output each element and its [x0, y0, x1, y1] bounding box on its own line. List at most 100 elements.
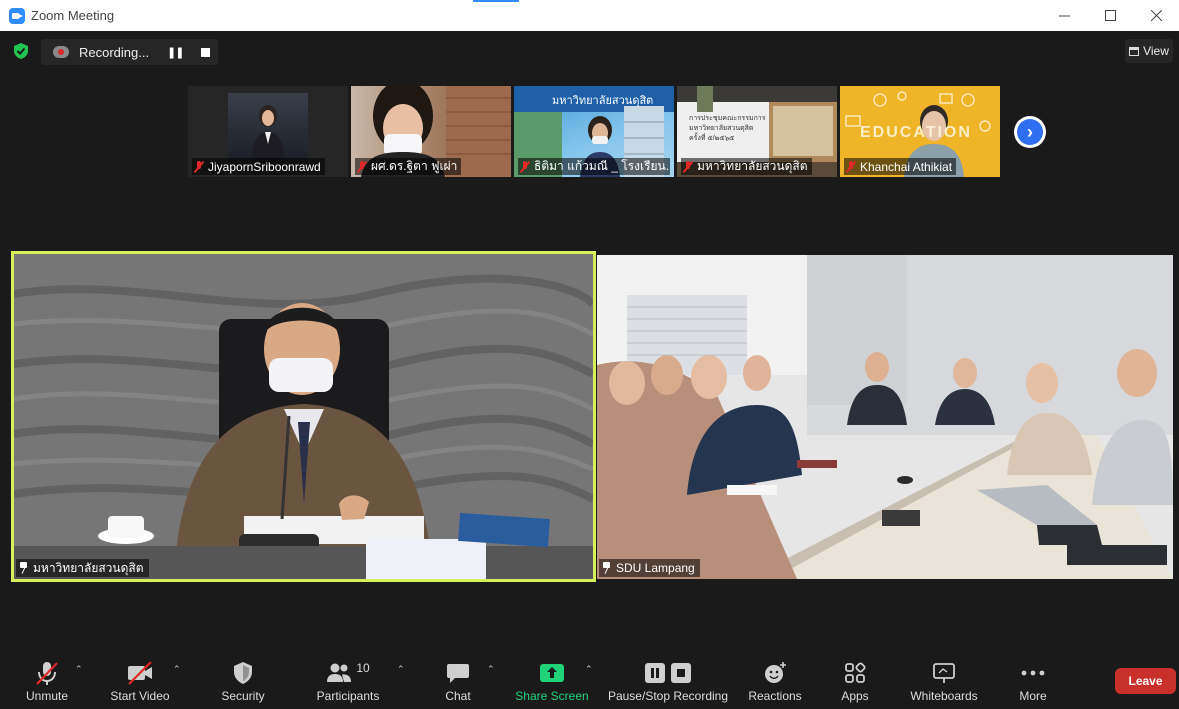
- active-speaker-video[interactable]: มหาวิทยาลัยสวนดุสิต: [11, 251, 596, 582]
- reactions-smiley-icon: [765, 662, 786, 683]
- stop-icon: [671, 663, 691, 683]
- window-title: Zoom Meeting: [31, 8, 115, 23]
- chevron-right-icon: ›: [1017, 119, 1043, 145]
- slide-line: ครั้งที่ ๕/๒๕๖๕: [689, 135, 735, 142]
- slide-line: มหาวิทยาลัยสวนดุสิต: [689, 125, 754, 132]
- whiteboard-icon: [933, 663, 955, 683]
- more-dots-icon: [1021, 670, 1045, 676]
- close-button[interactable]: [1133, 0, 1179, 31]
- pin-icon: [19, 562, 28, 574]
- participant-name: มหาวิทยาลัยสวนดุสิต: [697, 159, 808, 173]
- slide-line: การประชุมคณะกรรมการ: [689, 115, 766, 122]
- view-button[interactable]: View: [1125, 39, 1173, 63]
- banner-text: มหาวิทยาลัยสวนดุสิต: [552, 95, 654, 107]
- video-options-chevron-up-icon[interactable]: ⌃: [173, 664, 181, 675]
- next-page-button[interactable]: ›: [1014, 116, 1046, 148]
- start-video-label: Start Video: [110, 689, 170, 703]
- muted-microphone-icon: [36, 662, 58, 685]
- speaker-scene: [14, 254, 593, 579]
- recording-indicator: Recording... ❚❚: [41, 39, 218, 65]
- security-button[interactable]: Security: [216, 650, 270, 706]
- participant-name-label: ผศ.ดร.ฐิตา ฟูเผ่า: [355, 158, 462, 175]
- whiteboards-label: Whiteboards: [910, 689, 978, 703]
- maximize-button[interactable]: [1087, 0, 1133, 31]
- share-options-chevron-up-icon[interactable]: ⌃: [585, 664, 593, 675]
- unmute-button[interactable]: Unmute: [18, 650, 76, 706]
- whiteboards-button[interactable]: Whiteboards: [904, 650, 984, 706]
- participant-video[interactable]: SDU Lampang: [597, 255, 1173, 579]
- participant-name: ผศ.ดร.ฐิตา ฟูเผ่า: [371, 159, 458, 173]
- participant-name-label: SDU Lampang: [599, 559, 700, 577]
- participants-button[interactable]: 10 Participants: [314, 650, 382, 706]
- security-label: Security: [221, 689, 265, 703]
- chat-button[interactable]: Chat: [438, 650, 478, 706]
- participant-name: Khanchai Athikiat: [860, 159, 953, 174]
- muted-mic-icon: [194, 160, 204, 173]
- participant-name: SDU Lampang: [616, 561, 695, 575]
- muted-mic-icon: [520, 160, 530, 173]
- participant-thumbnail[interactable]: JiyapornSriboonrawd: [188, 86, 348, 177]
- pause-stop-recording-button[interactable]: Pause/Stop Recording: [606, 650, 730, 706]
- conference-room-scene: [597, 255, 1173, 579]
- shield-icon: [234, 662, 252, 684]
- share-screen-icon: [540, 664, 564, 682]
- title-bar: Zoom Meeting: [0, 0, 1179, 31]
- participants-icon: [327, 663, 352, 682]
- participant-name-label: JiyapornSriboonrawd: [192, 158, 325, 175]
- audio-options-chevron-up-icon[interactable]: ⌃: [75, 664, 83, 675]
- view-grid-icon: [1129, 46, 1140, 56]
- speaker-name: มหาวิทยาลัยสวนดุสิต: [33, 560, 144, 575]
- apps-label: Apps: [841, 689, 869, 703]
- share-screen-button[interactable]: Share Screen: [513, 650, 591, 706]
- reactions-label: Reactions: [748, 689, 802, 703]
- participant-name-label: Khanchai Athikiat: [844, 158, 957, 175]
- participant-thumbnail[interactable]: การประชุมคณะกรรมการ มหาวิทยาลัยสวนดุสิต …: [677, 86, 837, 177]
- video-off-icon: [128, 661, 152, 685]
- participants-label: Participants: [316, 689, 380, 703]
- chat-label: Chat: [445, 689, 471, 703]
- reactions-button[interactable]: Reactions: [746, 650, 804, 706]
- meeting-toolbar: Unmute ⌃ Start Video ⌃ Security 10 Parti…: [0, 650, 1179, 709]
- security-shield-icon[interactable]: [12, 42, 30, 60]
- participant-thumbnail[interactable]: มหาวิทยาลัยสวนดุสิต ธิติมา แก้วมณี _ โรง…: [514, 86, 674, 177]
- chat-options-chevron-up-icon[interactable]: ⌃: [487, 664, 495, 675]
- minimize-button[interactable]: [1041, 0, 1087, 31]
- view-label: View: [1143, 44, 1169, 58]
- participant-thumbnail[interactable]: EDUCATION Khanchai Athikiat: [840, 86, 1000, 177]
- participants-options-chevron-up-icon[interactable]: ⌃: [397, 664, 405, 675]
- zoom-app-icon: [9, 7, 25, 24]
- background-text: EDUCATION: [860, 124, 972, 141]
- share-screen-label: Share Screen: [515, 689, 589, 703]
- participant-name: JiyapornSriboonrawd: [208, 159, 321, 174]
- apps-icon: [845, 662, 866, 683]
- pause-icon: [645, 663, 665, 683]
- muted-mic-icon: [683, 160, 693, 173]
- stop-recording-icon[interactable]: [201, 47, 211, 57]
- window-controls: [1041, 0, 1179, 31]
- minimize-icon: [1058, 15, 1070, 17]
- participant-figure: [252, 105, 284, 160]
- apps-button[interactable]: Apps: [836, 650, 874, 706]
- participant-name-label: มหาวิทยาลัยสวนดุสิต: [681, 158, 812, 175]
- cloud-record-icon: [53, 46, 69, 58]
- pin-icon: [602, 562, 611, 574]
- participants-count: 10: [356, 661, 370, 675]
- leave-button[interactable]: Leave: [1115, 668, 1176, 694]
- speaker-name-label: มหาวิทยาลัยสวนดุสิต: [16, 559, 149, 577]
- title-accent: [473, 0, 519, 2]
- participant-name: ธิติมา แก้วมณี _ โรงเรียน...: [534, 159, 670, 173]
- muted-mic-icon: [846, 160, 856, 173]
- unmute-label: Unmute: [25, 689, 69, 703]
- start-video-button[interactable]: Start Video: [106, 650, 174, 706]
- participant-name-label: ธิติมา แก้วมณี _ โรงเรียน...: [518, 158, 670, 175]
- participant-thumbnail[interactable]: ผศ.ดร.ฐิตา ฟูเผ่า: [351, 86, 511, 177]
- muted-mic-icon: [357, 160, 367, 173]
- close-icon: [1150, 10, 1162, 21]
- pause-stop-recording-label: Pause/Stop Recording: [607, 689, 729, 703]
- maximize-icon: [1104, 10, 1116, 21]
- more-label: More: [1019, 689, 1047, 703]
- more-button[interactable]: More: [1013, 650, 1053, 706]
- pause-recording-icon[interactable]: ❚❚: [167, 46, 184, 59]
- slide-text: การประชุมคณะกรรมการ มหาวิทยาลัยสวนดุสิต …: [689, 114, 766, 144]
- recording-status: Recording...: [79, 44, 150, 60]
